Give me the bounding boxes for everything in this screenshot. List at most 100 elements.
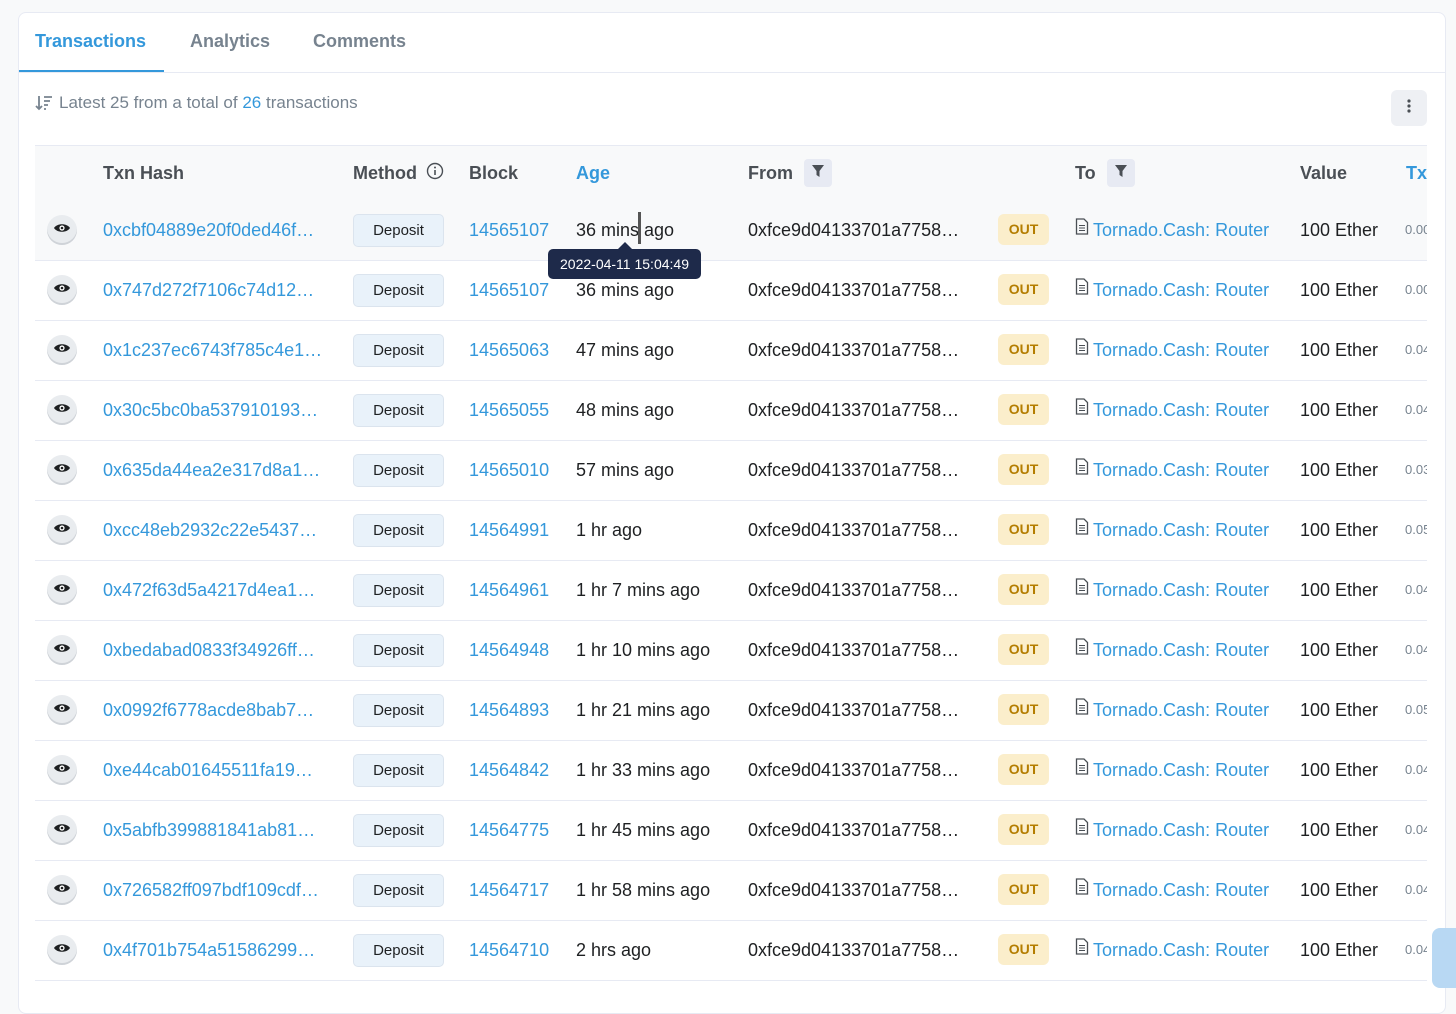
to-contract-link[interactable]: Tornado.Cash: Router — [1093, 280, 1269, 300]
block-link[interactable]: 14564893 — [469, 681, 549, 739]
block-link[interactable]: 14564717 — [469, 861, 549, 919]
more-options-button[interactable] — [1391, 90, 1427, 126]
value-text: 100 Ether — [1300, 700, 1379, 720]
document-icon — [1075, 381, 1089, 438]
tab-transactions[interactable]: Transactions — [35, 13, 146, 72]
preview-button[interactable] — [47, 815, 77, 845]
table-row: 0x30c5bc0ba537910193… Deposit 14565055 4… — [35, 381, 1427, 441]
tab-analytics[interactable]: Analytics — [190, 13, 270, 72]
to-contract-link[interactable]: Tornado.Cash: Router — [1093, 760, 1269, 780]
from-address[interactable]: 0xfce9d04133701a7758… — [748, 441, 970, 499]
txn-hash-link[interactable]: 0x726582ff097bdf109cdf… — [103, 861, 331, 919]
from-address[interactable]: 0xfce9d04133701a7758… — [748, 681, 970, 739]
active-tab-indicator — [19, 70, 164, 72]
block-link[interactable]: 14564991 — [469, 501, 549, 559]
to-contract-link[interactable]: Tornado.Cash: Router — [1093, 580, 1269, 600]
block-link[interactable]: 14565107 — [469, 201, 549, 259]
from-address[interactable]: 0xfce9d04133701a7758… — [748, 921, 970, 979]
transaction-count[interactable]: 26 — [242, 93, 261, 113]
to-contract-link[interactable]: Tornado.Cash: Router — [1093, 220, 1269, 240]
txn-hash-link[interactable]: 0x5abfb399881841ab81… — [103, 801, 331, 859]
txn-hash-link[interactable]: 0x635da44ea2e317d8a1… — [103, 441, 331, 499]
txn-hash-link[interactable]: 0x1c237ec6743f785c4e1… — [103, 321, 331, 379]
text-cursor — [638, 212, 641, 244]
txn-hash-link[interactable]: 0x747d272f7106c74d12… — [103, 261, 331, 319]
from-address[interactable]: 0xfce9d04133701a7758… — [748, 741, 970, 799]
to-contract-link[interactable]: Tornado.Cash: Router — [1093, 460, 1269, 480]
preview-button[interactable] — [47, 335, 77, 365]
to-filter-button[interactable] — [1107, 159, 1135, 187]
direction-badge: OUT — [998, 574, 1049, 605]
info-icon[interactable] — [426, 147, 444, 201]
preview-button[interactable] — [47, 575, 77, 605]
block-link[interactable]: 14564961 — [469, 561, 549, 619]
to-contract-link[interactable]: Tornado.Cash: Router — [1093, 640, 1269, 660]
preview-button[interactable] — [47, 275, 77, 305]
txn-hash-link[interactable]: 0x30c5bc0ba537910193… — [103, 381, 331, 439]
document-icon — [1075, 501, 1089, 558]
preview-button[interactable] — [47, 515, 77, 545]
block-link[interactable]: 14564710 — [469, 921, 549, 979]
method-badge: Deposit — [353, 214, 444, 247]
block-link[interactable]: 14565063 — [469, 321, 549, 379]
sort-icon — [35, 94, 53, 112]
to-contract-link[interactable]: Tornado.Cash: Router — [1093, 880, 1269, 900]
txn-hash-link[interactable]: 0x4f701b754a51586299… — [103, 921, 331, 979]
from-address[interactable]: 0xfce9d04133701a7758… — [748, 621, 970, 679]
preview-button[interactable] — [47, 755, 77, 785]
eye-icon — [53, 701, 71, 719]
filter-icon — [811, 164, 825, 183]
preview-button[interactable] — [47, 215, 77, 245]
block-link[interactable]: 14564948 — [469, 621, 549, 679]
tab-comments[interactable]: Comments — [313, 13, 406, 72]
direction-badge: OUT — [998, 334, 1049, 365]
block-link[interactable]: 14565010 — [469, 441, 549, 499]
method-badge: Deposit — [353, 934, 444, 967]
txn-fee-text: 0.04 — [1405, 942, 1427, 957]
to-contract-link[interactable]: Tornado.Cash: Router — [1093, 820, 1269, 840]
from-address[interactable]: 0xfce9d04133701a7758… — [748, 201, 970, 259]
from-address[interactable]: 0xfce9d04133701a7758… — [748, 381, 970, 439]
block-link[interactable]: 14565055 — [469, 381, 549, 439]
to-contract-link[interactable]: Tornado.Cash: Router — [1093, 940, 1269, 960]
preview-button[interactable] — [47, 635, 77, 665]
txn-fee-text: 0.00 — [1405, 282, 1427, 297]
txn-hash-link[interactable]: 0xbedabad0833f34926ff… — [103, 621, 331, 679]
header-age[interactable]: Age — [576, 146, 610, 202]
txn-hash-link[interactable]: 0x0992f6778acde8bab7… — [103, 681, 331, 739]
block-link[interactable]: 14565107 — [469, 261, 549, 319]
preview-button[interactable] — [47, 875, 77, 905]
block-link[interactable]: 14564775 — [469, 801, 549, 859]
txn-hash-link[interactable]: 0xcbf04889e20f0ded46f… — [103, 201, 331, 259]
to-contract-link[interactable]: Tornado.Cash: Router — [1093, 340, 1269, 360]
value-text: 100 Ether — [1300, 640, 1379, 660]
from-address[interactable]: 0xfce9d04133701a7758… — [748, 861, 970, 919]
txn-hash-link[interactable]: 0xcc48eb2932c22e5437… — [103, 501, 331, 559]
to-contract-link[interactable]: Tornado.Cash: Router — [1093, 400, 1269, 420]
preview-button[interactable] — [47, 455, 77, 485]
preview-button[interactable] — [47, 395, 77, 425]
header-txn-fee[interactable]: Tx — [1406, 146, 1427, 202]
txn-fee-text: 0.04 — [1405, 402, 1427, 417]
to-address: Tornado.Cash: Router — [1075, 621, 1269, 679]
scroll-to-top-button[interactable] — [1432, 928, 1456, 988]
to-contract-link[interactable]: Tornado.Cash: Router — [1093, 700, 1269, 720]
preview-button[interactable] — [47, 695, 77, 725]
table-row: 0x726582ff097bdf109cdf… Deposit 14564717… — [35, 861, 1427, 921]
document-icon — [1075, 441, 1089, 498]
from-address[interactable]: 0xfce9d04133701a7758… — [748, 561, 970, 619]
txn-hash-link[interactable]: 0xe44cab01645511fa19… — [103, 741, 331, 799]
block-link[interactable]: 14564842 — [469, 741, 549, 799]
document-icon — [1075, 921, 1089, 978]
from-address[interactable]: 0xfce9d04133701a7758… — [748, 321, 970, 379]
direction-badge: OUT — [998, 934, 1049, 965]
preview-button[interactable] — [47, 935, 77, 965]
from-address[interactable]: 0xfce9d04133701a7758… — [748, 801, 970, 859]
from-address[interactable]: 0xfce9d04133701a7758… — [748, 261, 970, 319]
txn-hash-link[interactable]: 0x472f63d5a4217d4ea1… — [103, 561, 331, 619]
from-address[interactable]: 0xfce9d04133701a7758… — [748, 501, 970, 559]
to-address: Tornado.Cash: Router — [1075, 201, 1269, 259]
to-contract-link[interactable]: Tornado.Cash: Router — [1093, 520, 1269, 540]
table-row: 0x1c237ec6743f785c4e1… Deposit 14565063 … — [35, 321, 1427, 381]
from-filter-button[interactable] — [804, 159, 832, 187]
